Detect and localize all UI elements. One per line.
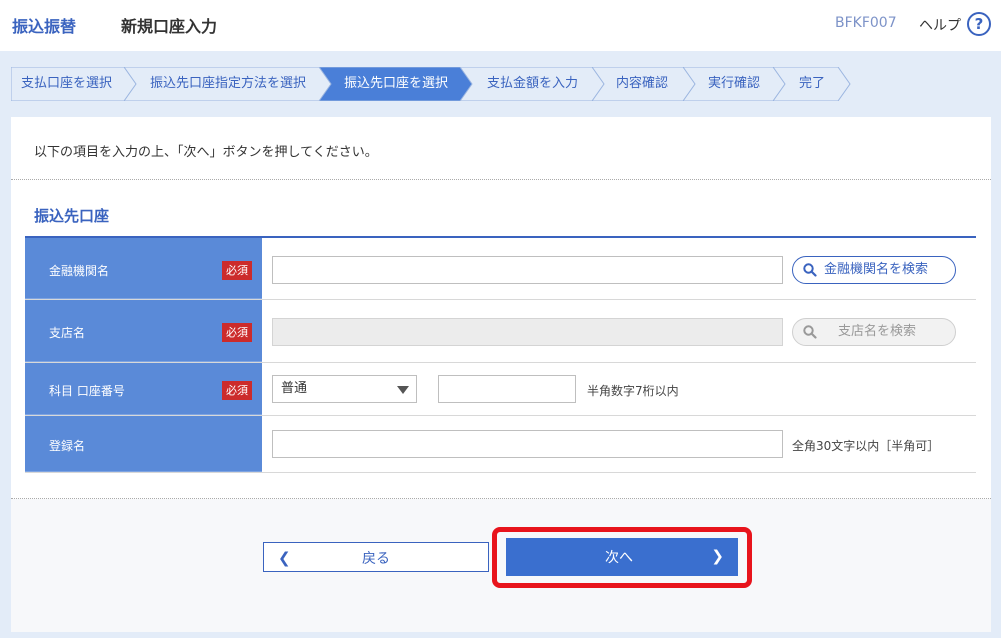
row-registered-name: 登録名 全角30文字以内［半角可］ (25, 416, 976, 473)
account-type-value: 普通 (281, 381, 308, 396)
help-icon[interactable]: ? (967, 12, 991, 36)
branch-label: 支店名 (49, 326, 86, 340)
label-cell: 科目 口座番号 必須 (25, 363, 262, 415)
screen-id: BFKF007 (835, 15, 897, 31)
help-link[interactable]: ヘルプ (919, 15, 961, 35)
label-cell: 金融機関名 必須 (25, 238, 262, 299)
branch-search-button[interactable]: 支店名を検索 (792, 318, 956, 346)
row-account: 科目 口座番号 必須 普通 半角数字7桁以内 (25, 363, 976, 416)
next-label: 次へ (605, 550, 633, 566)
registered-name-input[interactable] (272, 430, 783, 458)
account-type-select[interactable]: 普通 (272, 375, 417, 403)
chevron-left-icon: ❮ (278, 549, 291, 567)
branch-search-label: 支店名を検索 (838, 324, 917, 339)
account-number-hint: 半角数字7桁以内 (587, 384, 679, 398)
back-label: 戻る (362, 551, 390, 567)
chevron-right-icon: ❯ (711, 547, 724, 565)
required-badge: 必須 (222, 323, 252, 342)
back-button[interactable]: ❮ 戻る (263, 542, 489, 572)
required-badge: 必須 (222, 381, 252, 400)
section-name: 振込振替 (12, 17, 77, 36)
page-header: 振込振替 新規口座入力 BFKF007 ヘルプ ? (0, 0, 1001, 51)
next-button[interactable]: 次へ ❯ (506, 538, 738, 576)
row-branch: 支店名 必須 支店名を検索 (25, 300, 976, 363)
bank-search-button[interactable]: 金融機関名を検索 (792, 256, 956, 284)
label-cell: 支店名 必須 (25, 300, 262, 362)
divider (11, 498, 991, 499)
label-cell: 登録名 (25, 416, 262, 472)
instruction-text: 以下の項目を入力の上、「次へ」ボタンを押してください。 (34, 145, 378, 160)
main-panel: 以下の項目を入力の上、「次へ」ボタンを押してください。 振込先口座 金融機関名 … (11, 117, 991, 632)
section-title: 振込先口座 (34, 207, 110, 225)
row-bank: 金融機関名 必須 金融機関名を検索 (25, 238, 976, 300)
bank-label: 金融機関名 (49, 264, 110, 278)
search-icon (803, 263, 817, 277)
required-badge: 必須 (222, 261, 252, 280)
divider (11, 179, 991, 180)
bank-name-input[interactable] (272, 256, 783, 284)
page-title: 新規口座入力 (121, 17, 218, 36)
registered-name-hint: 全角30文字以内［半角可］ (792, 439, 940, 453)
search-icon (803, 325, 817, 339)
step-progress: 支払口座を選択 振込先口座指定方法を選択 振込先口座を選択 支払金額を入力 内容… (11, 67, 991, 101)
chevron-down-icon (397, 386, 409, 394)
branch-name-input[interactable] (272, 318, 783, 346)
account-label: 科目 口座番号 (49, 384, 125, 398)
bank-search-label: 金融機関名を検索 (824, 262, 929, 277)
registered-name-label: 登録名 (49, 439, 86, 453)
account-number-input[interactable] (438, 375, 576, 403)
